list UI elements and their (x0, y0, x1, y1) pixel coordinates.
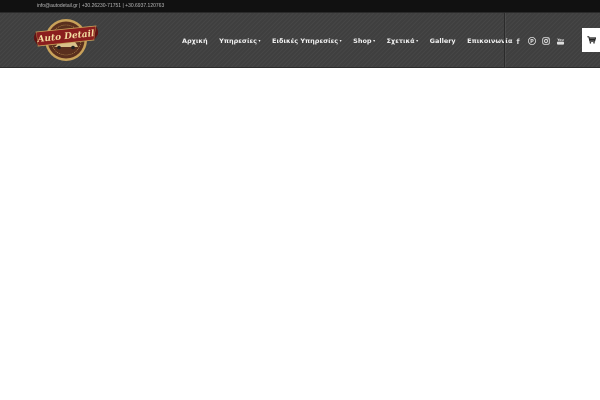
nav-item-contact[interactable]: Επικοινωνία (467, 37, 512, 45)
svg-text:P: P (530, 39, 534, 45)
nav-item-special-services[interactable]: Ειδικές Υπηρεσίες ▾ (272, 37, 342, 45)
svg-text:f: f (516, 38, 520, 45)
nav-item-home[interactable]: Αρχική (182, 37, 208, 45)
chevron-down-icon: ▾ (373, 38, 376, 43)
header-divider (504, 13, 505, 68)
contact-info: info@autodetail.gr | +30.26230-71751 | +… (37, 3, 165, 9)
main-nav: Αρχική Υπηρεσίες ▾ Ειδικές Υπηρεσίες ▾ S… (182, 13, 524, 68)
cart-icon (586, 31, 596, 49)
svg-text:You: You (556, 38, 563, 42)
nav-item-shop[interactable]: Shop ▾ (353, 37, 375, 45)
chevron-down-icon: ▾ (416, 38, 419, 43)
nav-item-services[interactable]: Υπηρεσίες ▾ (219, 37, 260, 45)
page-content (0, 69, 600, 400)
cart-button[interactable] (582, 28, 600, 52)
pinterest-icon[interactable]: P (527, 36, 537, 46)
facebook-icon[interactable]: f (513, 36, 523, 46)
chevron-down-icon: ▾ (339, 38, 342, 43)
nav-item-about[interactable]: Σχετικά ▾ (387, 37, 419, 45)
top-bar: info@autodetail.gr | +30.26230-71751 | +… (0, 0, 600, 13)
instagram-icon[interactable] (541, 36, 551, 46)
social-links: f P You (513, 13, 569, 68)
site-header: Auto Detail Αρχική Υπηρεσίες ▾ Ειδικές Υ… (0, 13, 600, 68)
nav-item-gallery[interactable]: Gallery (430, 37, 456, 45)
youtube-icon[interactable]: You (555, 36, 565, 46)
site-logo[interactable]: Auto Detail (33, 16, 99, 64)
chevron-down-icon: ▾ (258, 38, 261, 43)
